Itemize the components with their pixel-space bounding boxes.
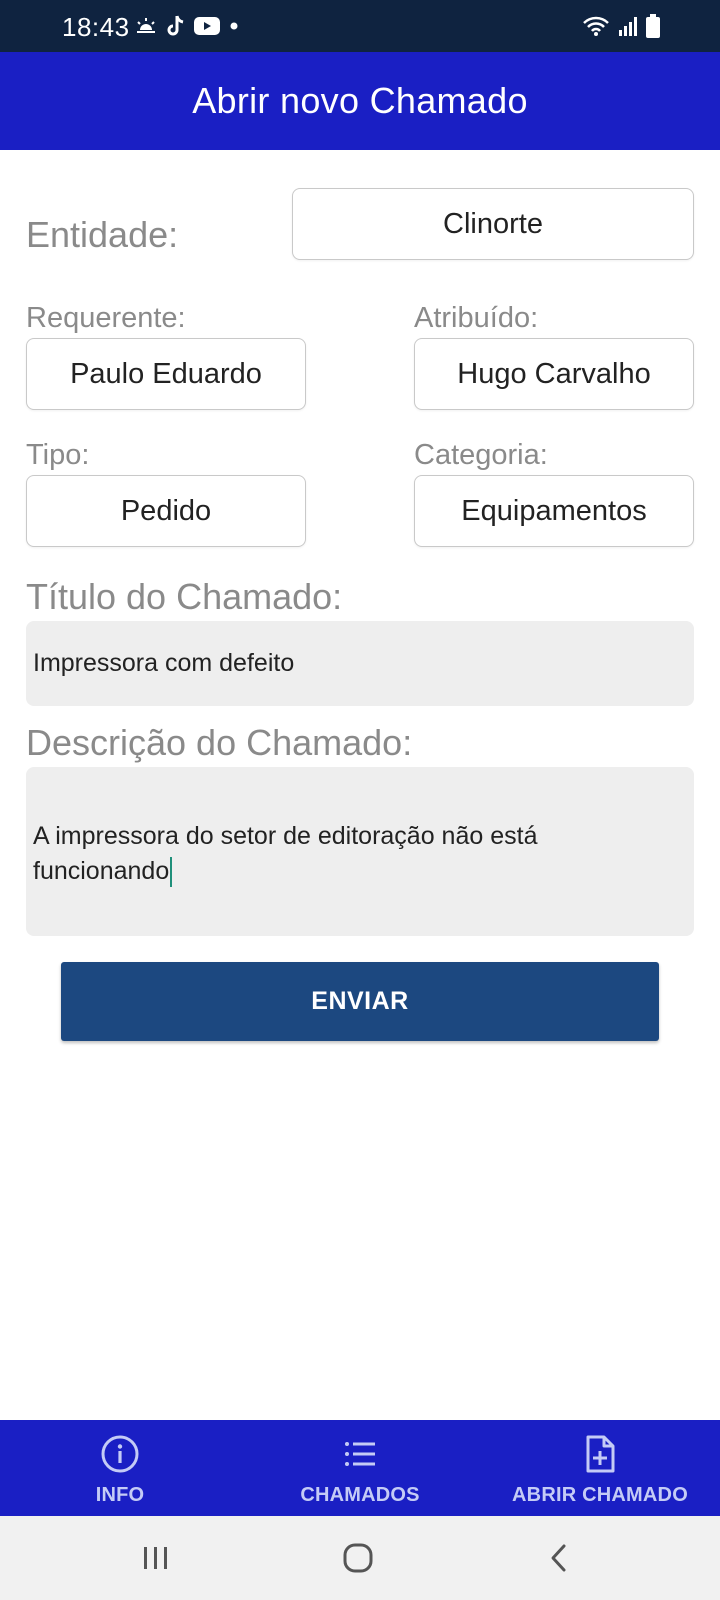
submit-button[interactable]: ENVIAR [61, 962, 659, 1041]
recents-button[interactable] [136, 1538, 176, 1578]
back-button[interactable] [539, 1538, 579, 1578]
descricao-textarea[interactable]: A impressora do setor de editoração não … [26, 767, 694, 936]
nav-item-chamados[interactable]: CHAMADOS [240, 1420, 480, 1516]
youtube-icon [194, 17, 220, 35]
home-icon [343, 1543, 373, 1573]
tipo-value: Pedido [120, 494, 212, 527]
weather-icon [137, 18, 155, 33]
entidade-select[interactable]: Clinorte [292, 188, 694, 260]
descricao-value: A impressora do setor de editoração não … [33, 822, 538, 885]
back-icon [551, 1544, 566, 1572]
wifi-icon [583, 16, 609, 36]
tipo-select[interactable]: Pedido [26, 475, 306, 547]
titulo-value: Impressora com defeito [33, 649, 295, 677]
categoria-value: Equipamentos [461, 494, 647, 527]
battery-icon [646, 14, 660, 38]
info-icon [101, 1435, 139, 1473]
titulo-label: Título do Chamado: [26, 576, 343, 617]
bottom-nav: INFO CHAMADOS ABRIR CHAMADO [0, 1420, 720, 1516]
dot-icon [230, 22, 238, 30]
requerente-select[interactable]: Paulo Eduardo [26, 338, 306, 410]
entidade-label: Entidade: [26, 214, 179, 255]
home-button[interactable] [338, 1538, 378, 1578]
recents-icon [144, 1547, 167, 1569]
atribuido-label: Atribuído: [414, 302, 539, 334]
status-bar: 18:43 [0, 0, 720, 52]
nav-label-chamados: CHAMADOS [300, 1484, 420, 1506]
list-icon [345, 1442, 375, 1466]
atribuido-select[interactable]: Hugo Carvalho [414, 338, 694, 410]
text-caret [170, 857, 173, 888]
page-title: Abrir novo Chamado [192, 80, 528, 121]
submit-label: ENVIAR [311, 987, 409, 1015]
status-icons-right [582, 12, 660, 40]
categoria-label: Categoria: [414, 439, 548, 471]
app-bar: Abrir novo Chamado [0, 52, 720, 150]
tiktok-icon [167, 15, 184, 36]
requerente-value: Paulo Eduardo [70, 357, 262, 390]
categoria-select[interactable]: Equipamentos [414, 475, 694, 547]
titulo-input[interactable]: Impressora com defeito [26, 621, 694, 706]
status-icons-left [134, 12, 240, 40]
atribuido-value: Hugo Carvalho [457, 357, 651, 390]
add-document-icon [586, 1435, 615, 1473]
tipo-label: Tipo: [26, 439, 90, 471]
descricao-label: Descrição do Chamado: [26, 722, 413, 763]
nav-item-abrir-chamado[interactable]: ABRIR CHAMADO [480, 1420, 720, 1516]
descricao-text: A impressora do setor de editoração não … [33, 814, 634, 889]
signal-icon [619, 17, 637, 36]
system-nav-bar [0, 1516, 720, 1600]
nav-label-abrir-chamado: ABRIR CHAMADO [512, 1484, 688, 1506]
nav-label-info: INFO [95, 1484, 145, 1506]
status-time: 18:43 [62, 12, 130, 42]
entidade-value: Clinorte [443, 207, 543, 240]
requerente-label: Requerente: [26, 302, 186, 334]
nav-item-info[interactable]: INFO [0, 1420, 240, 1516]
